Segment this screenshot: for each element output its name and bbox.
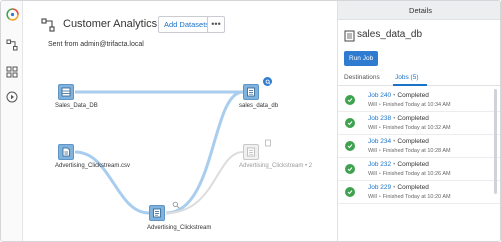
recipe-search-icon[interactable] (171, 200, 180, 209)
job-status: Completed (397, 184, 429, 191)
job-id-link[interactable]: Job 234 (368, 138, 391, 145)
node-label-advertising-output: Advertising_Clickstream • 2 (239, 163, 313, 169)
output-icon (247, 87, 255, 97)
job-list-scrollbar[interactable] (494, 89, 497, 194)
job-id-link[interactable]: Job 232 (368, 161, 391, 168)
job-user: Will (368, 102, 377, 108)
check-circle-icon (345, 118, 355, 128)
tab-destinations[interactable]: Destinations (344, 74, 380, 81)
file-icon (62, 147, 70, 157)
job-list-item[interactable]: Job 238 • Completed Will • Finished Today at… (338, 112, 500, 135)
job-user: Will (368, 125, 377, 131)
job-finished-time: Finished Today at 10:26 AM (382, 171, 451, 177)
details-header: Details (338, 1, 500, 20)
details-tabs: Destinations Jobs (5) (338, 73, 500, 86)
check-circle-icon (345, 95, 355, 105)
dataset-output-icon (344, 29, 355, 42)
job-list-item[interactable]: Job 234 • Completed Will • Finished Today at… (338, 135, 500, 158)
node-sales-output[interactable] (243, 84, 259, 100)
ghost-output-badge-icon[interactable] (263, 138, 272, 147)
database-icon (61, 87, 71, 97)
node-label-sales-output: sales_data_db (239, 103, 279, 109)
output-icon (247, 147, 255, 157)
check-circle-icon (345, 141, 355, 151)
job-finished-time: Finished Today at 10:20 AM (382, 194, 451, 200)
job-user: Will (368, 194, 377, 200)
recipe-icon (153, 208, 161, 218)
job-finished-time: Finished Today at 10:32 AM (382, 125, 451, 131)
job-status: Completed (397, 138, 429, 145)
job-user: Will (368, 171, 377, 177)
connector-csv-to-recipe (74, 150, 150, 215)
job-list-item[interactable]: Job 229 • Completed Will • Finished Today at… (338, 181, 500, 204)
app-window: Customer Analytics V2 Add Datasets ••• S… (0, 0, 501, 242)
run-job-button[interactable]: Run Job (344, 51, 379, 66)
node-label-sales-data-db: Sales_Data_DB (55, 103, 98, 109)
job-finished-time: Finished Today at 10:34 AM (382, 102, 451, 108)
tab-jobs[interactable]: Jobs (5) (395, 74, 418, 81)
job-id-link[interactable]: Job 238 (368, 115, 391, 122)
job-status: Completed (397, 161, 429, 168)
node-advertising-recipe[interactable] (149, 205, 165, 221)
job-list-item[interactable]: Job 240 • Completed Will • Finished Today at… (338, 89, 500, 112)
details-panel: Details sales_data_db Run Job Destinatio… (337, 1, 500, 241)
active-tab-indicator (393, 84, 427, 86)
node-sales-data-db[interactable] (58, 84, 74, 100)
dataset-name: sales_data_db (357, 29, 423, 40)
node-advertising-csv[interactable] (58, 144, 74, 160)
node-label-advertising-recipe: Advertising_Clickstream (147, 225, 212, 231)
details-title: Details (409, 6, 432, 15)
job-status: Completed (397, 115, 429, 122)
output-run-badge-icon[interactable] (263, 77, 272, 86)
job-user: Will (368, 148, 377, 154)
job-id-link[interactable]: Job 240 (368, 92, 391, 99)
node-label-advertising-csv: Advertising_Clickstream.csv (55, 163, 131, 169)
job-list-item[interactable]: Job 232 • Completed Will • Finished Today at… (338, 158, 500, 181)
job-status: Completed (397, 92, 429, 99)
job-id-link[interactable]: Job 229 (368, 184, 391, 191)
check-circle-icon (345, 187, 355, 197)
job-finished-time: Finished Today at 10:28 AM (382, 148, 451, 154)
node-advertising-output[interactable] (243, 144, 259, 160)
check-circle-icon (345, 164, 355, 174)
